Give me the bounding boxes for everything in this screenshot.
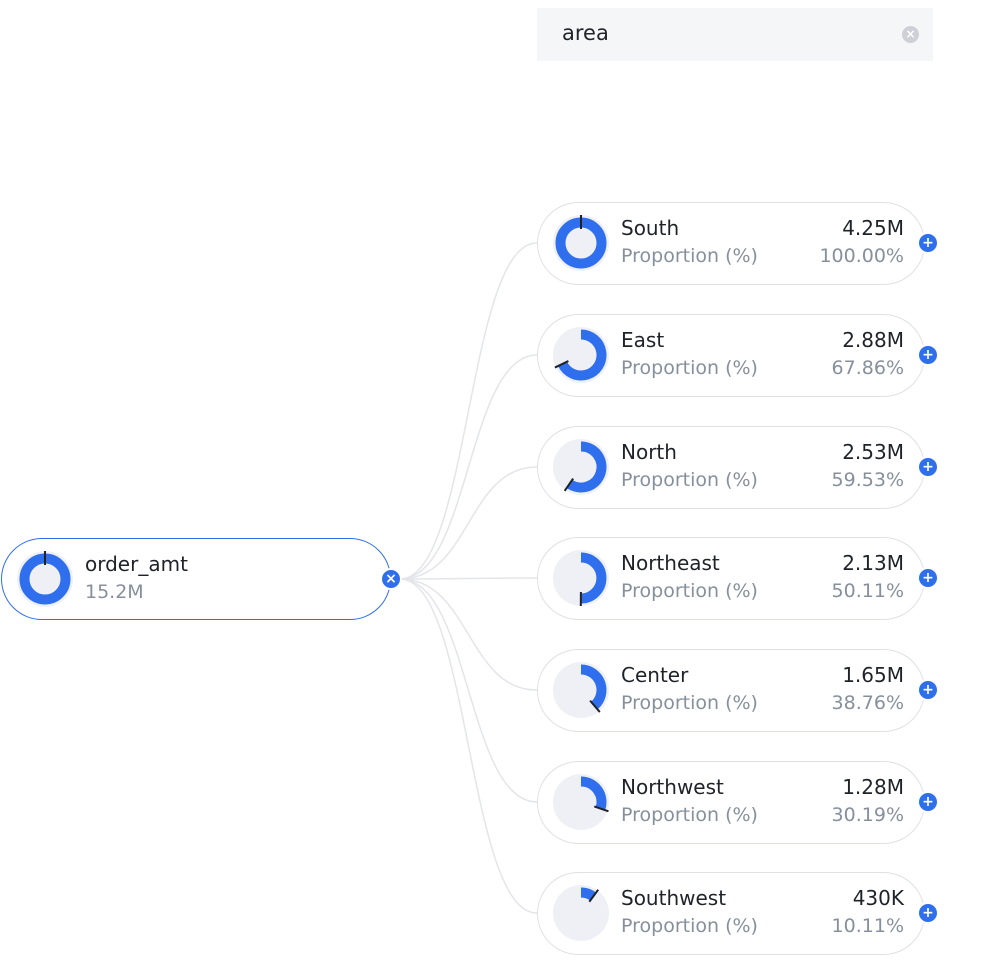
area-name: North (621, 440, 677, 464)
area-value: 1.28M (842, 775, 904, 799)
area-name: Southwest (621, 886, 727, 910)
area-proportion: 50.11% (831, 580, 904, 602)
area-value: 1.65M (842, 663, 904, 687)
tree-link (399, 578, 538, 914)
area-value: 2.88M (842, 328, 904, 352)
metric-label: Proportion (%) (621, 915, 758, 937)
proportion-arc (580, 664, 607, 710)
area-proportion: 59.53% (831, 469, 904, 491)
proportion-donut (553, 774, 609, 830)
proportion-donut (553, 327, 609, 383)
area-proportion: 38.76% (831, 692, 904, 714)
area-value: 2.53M (842, 440, 904, 464)
expand-icon[interactable]: + (917, 456, 939, 478)
root-node[interactable]: order_amt 15.2M (1, 538, 391, 620)
tree-link (399, 242, 538, 580)
proportion-donut (553, 215, 609, 271)
area-name: Northwest (621, 775, 724, 799)
proportion-donut (553, 885, 609, 941)
area-proportion: 100.00% (819, 245, 904, 267)
metric-label: Proportion (%) (621, 580, 758, 602)
area-name: South (621, 216, 680, 240)
expand-icon[interactable]: + (917, 567, 939, 589)
proportion-arc (558, 329, 607, 381)
tree-link (399, 577, 538, 580)
proportion-donut (553, 550, 609, 606)
proportion-donut (553, 439, 609, 495)
tree-link (399, 578, 538, 691)
area-node-northeast[interactable]: Northeast Proportion (%) 2.13M 50.11% (537, 537, 925, 620)
area-name: Northeast (621, 551, 720, 575)
area-node-southwest[interactable]: Southwest Proportion (%) 430K 10.11% (537, 872, 925, 955)
metric-label: Proportion (%) (621, 692, 758, 714)
area-name: Center (621, 663, 689, 687)
area-node-north[interactable]: North Proportion (%) 2.53M 59.53% (537, 426, 925, 509)
root-value: 15.2M (85, 581, 144, 603)
metric-label: Proportion (%) (621, 357, 758, 379)
area-node-northwest[interactable]: Northwest Proportion (%) 1.28M 30.19% (537, 761, 925, 844)
area-node-east[interactable]: East Proportion (%) 2.88M 67.86% (537, 314, 925, 397)
area-value: 4.25M (842, 216, 904, 240)
tree-link (399, 354, 538, 580)
area-value: 430K (852, 886, 904, 910)
area-node-south[interactable]: South Proportion (%) 4.25M 100.00% (537, 202, 925, 285)
tree-link (399, 578, 538, 803)
area-proportion: 30.19% (831, 804, 904, 826)
proportion-arc (580, 776, 607, 811)
root-name: order_amt (85, 552, 188, 576)
expand-icon[interactable]: + (917, 902, 939, 924)
area-proportion: 10.11% (831, 915, 904, 937)
tree-link (399, 466, 538, 580)
expand-icon[interactable]: + (917, 344, 939, 366)
metric-label: Proportion (%) (621, 804, 758, 826)
proportion-arc (580, 887, 597, 901)
proportion-arc (580, 552, 607, 604)
metric-label: Proportion (%) (621, 469, 758, 491)
proportion-arc (566, 441, 607, 493)
collapse-icon[interactable]: × (380, 568, 402, 590)
expand-icon[interactable]: + (917, 679, 939, 701)
area-proportion: 67.86% (831, 357, 904, 379)
area-name: East (621, 328, 665, 352)
expand-icon[interactable]: + (917, 232, 939, 254)
metric-label: Proportion (%) (621, 245, 758, 267)
proportion-donut (553, 662, 609, 718)
area-node-center[interactable]: Center Proportion (%) 1.65M 38.76% (537, 649, 925, 732)
root-donut (17, 551, 73, 607)
expand-icon[interactable]: + (917, 791, 939, 813)
area-value: 2.13M (842, 551, 904, 575)
